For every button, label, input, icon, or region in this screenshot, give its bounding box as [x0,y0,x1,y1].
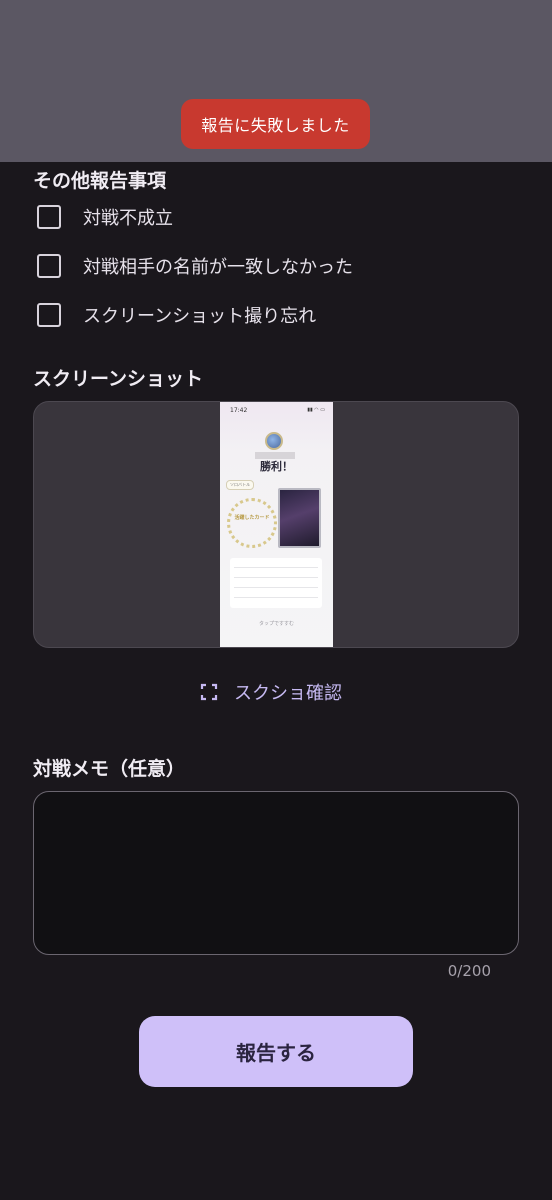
checkbox-label: 対戦不成立 [83,208,173,229]
memo-counter: 0/200 [447,962,491,980]
checkbox-row-name-mismatch[interactable]: 対戦相手の名前が一致しなかった [37,252,353,280]
dim-overlay: 報告に失敗しました [0,0,552,162]
avatar [265,432,283,450]
submit-report-button[interactable]: 報告する [139,1016,413,1087]
screenshot-confirm-link[interactable]: スクショ確認 [200,678,342,706]
screenshot-confirm-label: スクショ確認 [234,683,342,704]
checkbox-row-forgot-screenshot[interactable]: スクリーンショット撮り忘れ [37,301,316,329]
table-row [234,577,318,578]
status-icons: ▮▮ ◠ ▭ [307,407,325,413]
table-row [234,587,318,588]
screenshot-image: 17:42 ▮▮ ◠ ▭ 勝利！ ソロバトル 活躍したカード タップですすむ [220,402,333,647]
other-report-title: その他報告事項 [33,170,167,192]
checkbox-row-no-match[interactable]: 対戦不成立 [37,203,173,231]
report-page: 報告に失敗しました その他報告事項 対戦不成立 対戦相手の名前が一致しなかった … [0,0,552,1200]
stats-table [230,558,322,608]
table-row [234,567,318,568]
memo-textarea[interactable] [33,791,519,955]
preview-result: 勝利！ [260,460,293,473]
checkbox[interactable] [37,205,61,229]
preview-card-caption: 活躍したカード [234,515,270,521]
fullscreen-icon [200,683,218,701]
screenshot-title: スクリーンショット [33,368,204,390]
error-toast: 報告に失敗しました [181,99,370,149]
preview-tag: ソロバトル [226,480,255,490]
preview-footer: タップですすむ [258,621,294,627]
checkbox[interactable] [37,303,61,327]
checkbox-label: スクリーンショット撮り忘れ [83,306,317,327]
memo-title: 対戦メモ（任意） [33,758,186,780]
preview-time: 17:42 [230,407,248,414]
card-image [278,488,321,548]
checkbox[interactable] [37,254,61,278]
checkbox-label: 対戦相手の名前が一致しなかった [83,257,353,278]
screenshot-preview[interactable]: 17:42 ▮▮ ◠ ▭ 勝利！ ソロバトル 活躍したカード タップですすむ [33,401,519,648]
table-row [234,597,318,598]
wreath-icon [227,498,277,548]
